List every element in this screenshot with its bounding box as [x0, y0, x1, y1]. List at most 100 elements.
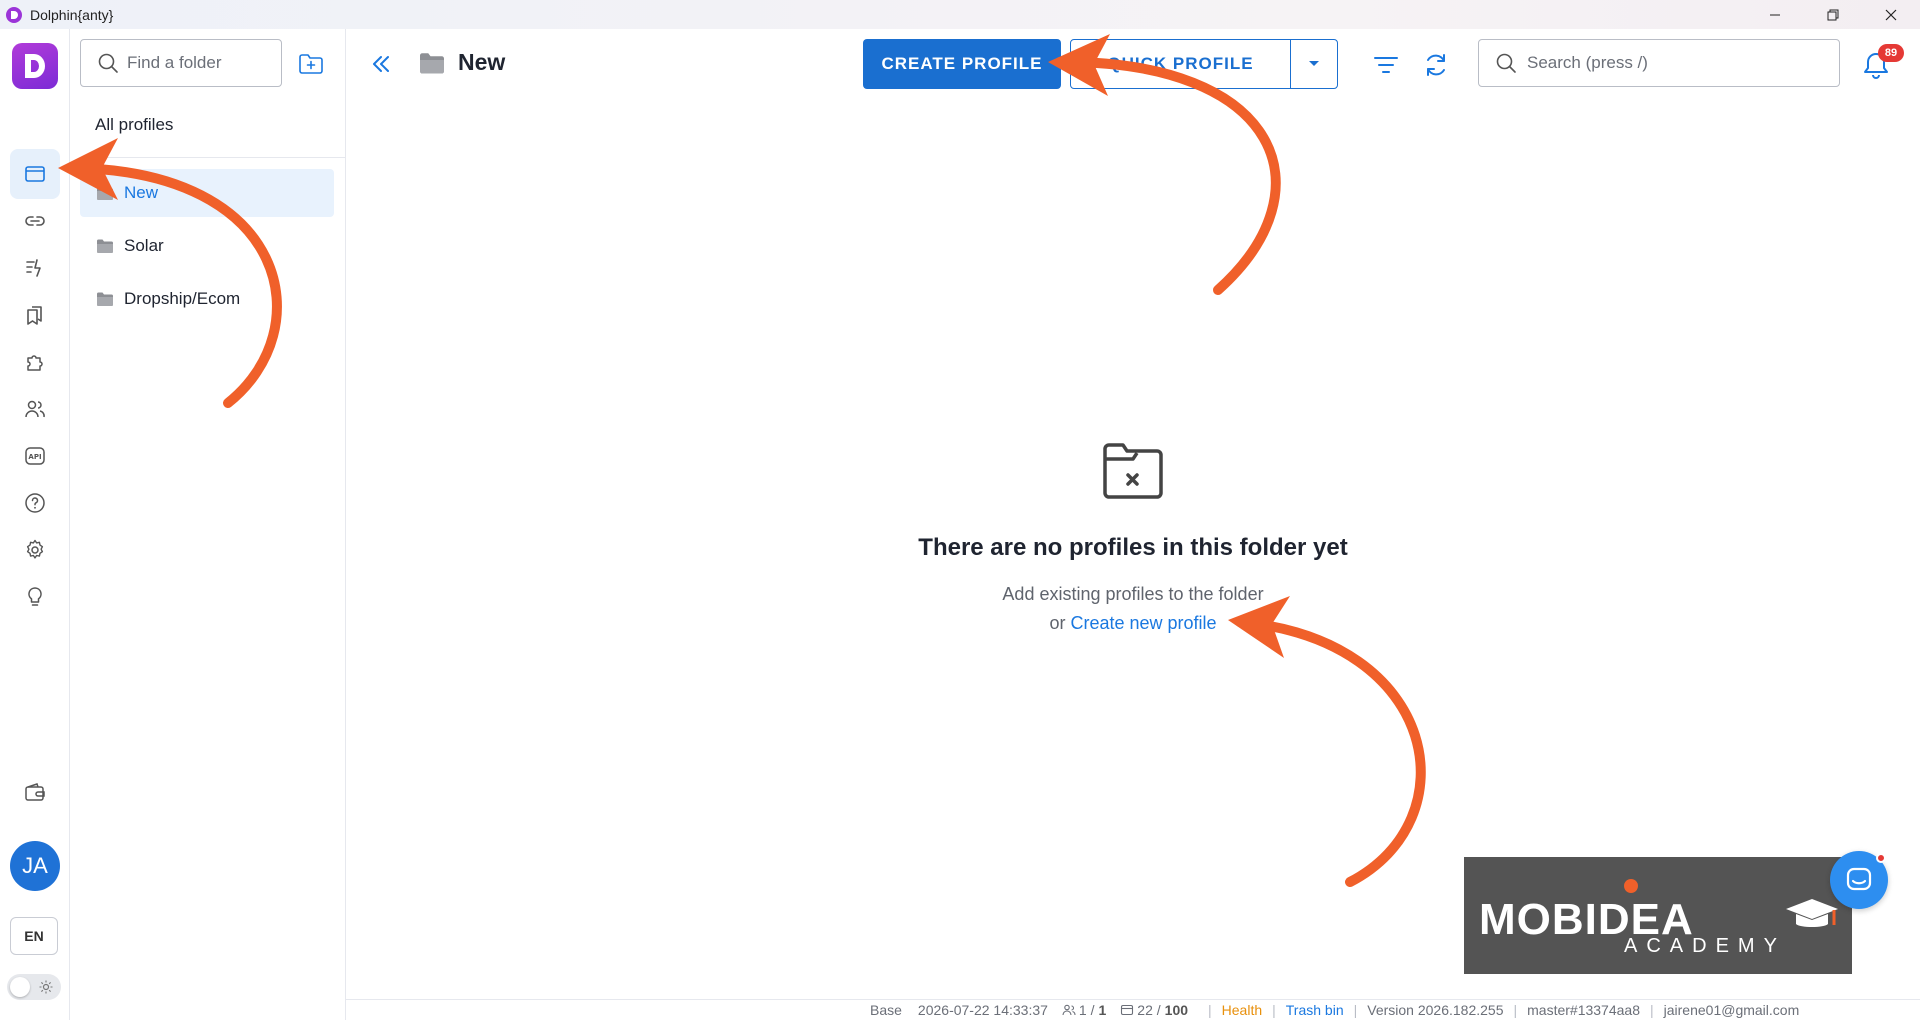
dolphin-logo-icon [25, 54, 45, 78]
lightbulb-icon [28, 587, 42, 606]
profile-search-box[interactable] [1478, 39, 1840, 87]
empty-state: There are no profiles in this folder yet… [346, 439, 1920, 634]
gear-icon [26, 539, 44, 559]
folder-panel: All profiles New Solar Dropship/Ecom [70, 29, 346, 1020]
empty-state-hint: Add existing profiles to the folder [1002, 584, 1264, 604]
title-bar: Dolphin{anty} [0, 0, 1920, 29]
folder-icon [97, 186, 113, 200]
svg-text:API: API [28, 453, 41, 461]
status-users-used: 1 / [1078, 1002, 1095, 1018]
bookmarks-icon [27, 306, 42, 325]
refresh-icon [1427, 54, 1445, 76]
chat-unread-dot [1876, 853, 1886, 863]
folder-search-box[interactable] [80, 39, 282, 87]
support-chat-button[interactable] [1830, 851, 1888, 909]
folder-icon [97, 239, 113, 253]
folder-divider [80, 157, 346, 158]
toggle-knob [10, 977, 30, 997]
watermark-dot [1624, 879, 1638, 893]
empty-state-create-line: or Create new profile [346, 613, 1920, 634]
add-folder-button[interactable] [296, 49, 326, 79]
caret-down-icon [1309, 61, 1319, 66]
chat-icon [1846, 867, 1872, 891]
nav-automation[interactable] [10, 243, 60, 293]
folder-plus-icon [299, 54, 323, 74]
create-profile-button[interactable]: CREATE PROFILE [863, 39, 1061, 89]
nav-api[interactable]: API [10, 431, 60, 481]
folder-name: New [124, 183, 159, 202]
empty-state-or: or [1049, 613, 1066, 633]
nav-extensions[interactable] [10, 337, 60, 387]
dolphin-logo-icon [6, 6, 22, 23]
folder-item-new[interactable]: New [80, 169, 334, 217]
help-icon [25, 493, 45, 513]
close-icon [1885, 9, 1897, 20]
nav-help[interactable] [10, 478, 60, 528]
navigation-rail: API JA EN [0, 29, 70, 1020]
restore-button[interactable] [1804, 0, 1862, 29]
double-chevron-left-icon [373, 56, 389, 72]
browser-window-icon [1121, 1004, 1134, 1016]
window-title: Dolphin{anty} [30, 6, 114, 23]
create-new-profile-link[interactable]: Create new profile [1070, 613, 1216, 633]
notification-count-badge: 89 [1878, 44, 1904, 62]
folder-search-input[interactable] [127, 53, 277, 73]
status-health-link[interactable]: Health [1222, 1002, 1262, 1018]
status-base-time: 2026-07-22 14:33:37 [917, 1002, 1048, 1018]
restore-icon [1827, 9, 1839, 20]
language-selector[interactable]: EN [10, 917, 58, 955]
filter-button[interactable] [1370, 49, 1402, 81]
user-avatar[interactable]: JA [10, 841, 60, 891]
all-profiles-link[interactable]: All profiles [95, 115, 173, 135]
main-content: New CREATE PROFILE QUICK PROFILE 89 Ther… [346, 29, 1920, 999]
folder-name: Dropship/Ecom [124, 289, 241, 308]
api-icon: API [25, 447, 45, 465]
browser-window-icon [25, 166, 45, 182]
nav-wallet[interactable] [10, 768, 60, 818]
nav-bookmarks[interactable] [10, 290, 60, 340]
status-base-label: Base [870, 1002, 902, 1018]
empty-folder-icon [1103, 443, 1163, 499]
users-icon [25, 400, 45, 418]
watermark-sub: ACADEMY [1624, 935, 1786, 957]
status-bar: Base 2026-07-22 14:33:37 1 / 1 22 / 100 … [346, 999, 1920, 1020]
profile-search-input[interactable] [1527, 53, 1827, 73]
theme-toggle[interactable] [7, 974, 61, 1000]
status-email: jairene01@gmail.com [1663, 1002, 1800, 1018]
mobidea-academy-watermark: MOBIDEA ACADEMY [1464, 857, 1852, 974]
refresh-button[interactable] [1420, 49, 1452, 81]
search-icon [1496, 53, 1516, 73]
folder-name: Solar [124, 236, 164, 255]
automation-icon [26, 259, 41, 277]
users-icon [1062, 1004, 1076, 1016]
status-profiles-used: 22 / [1137, 1002, 1161, 1018]
page-title: New [418, 49, 505, 76]
nav-team[interactable] [10, 384, 60, 434]
filter-icon [1374, 57, 1398, 73]
nav-proxies[interactable] [10, 196, 60, 246]
collapse-panel-button[interactable] [366, 49, 396, 79]
wallet-icon [25, 783, 45, 801]
app-window: Dolphin{anty} API JA EN Find a folder Al… [0, 0, 1920, 1020]
nav-settings[interactable] [10, 525, 60, 575]
nav-browser-profiles[interactable] [10, 149, 60, 199]
folder-icon [420, 52, 444, 73]
window-controls [1746, 0, 1920, 29]
quick-profile-button[interactable]: QUICK PROFILE [1071, 40, 1291, 88]
minimize-icon [1770, 14, 1780, 15]
close-window-button[interactable] [1862, 0, 1920, 29]
app-logo[interactable] [12, 43, 58, 89]
search-icon [98, 53, 118, 73]
status-trash-link[interactable]: Trash bin [1286, 1002, 1344, 1018]
minimize-button[interactable] [1746, 0, 1804, 29]
quick-profile-group: QUICK PROFILE [1070, 39, 1338, 89]
status-build: master#13374aa8 [1527, 1002, 1640, 1018]
puzzle-icon [27, 355, 43, 371]
folder-item-dropship-ecom[interactable]: Dropship/Ecom [80, 275, 334, 323]
folder-item-solar[interactable]: Solar [80, 222, 334, 270]
quick-profile-dropdown[interactable] [1291, 40, 1337, 88]
sun-icon [39, 980, 53, 994]
notifications-button[interactable]: 89 [1860, 44, 1904, 85]
nav-ideas[interactable] [10, 572, 60, 622]
graduation-cap-icon [1786, 899, 1838, 927]
